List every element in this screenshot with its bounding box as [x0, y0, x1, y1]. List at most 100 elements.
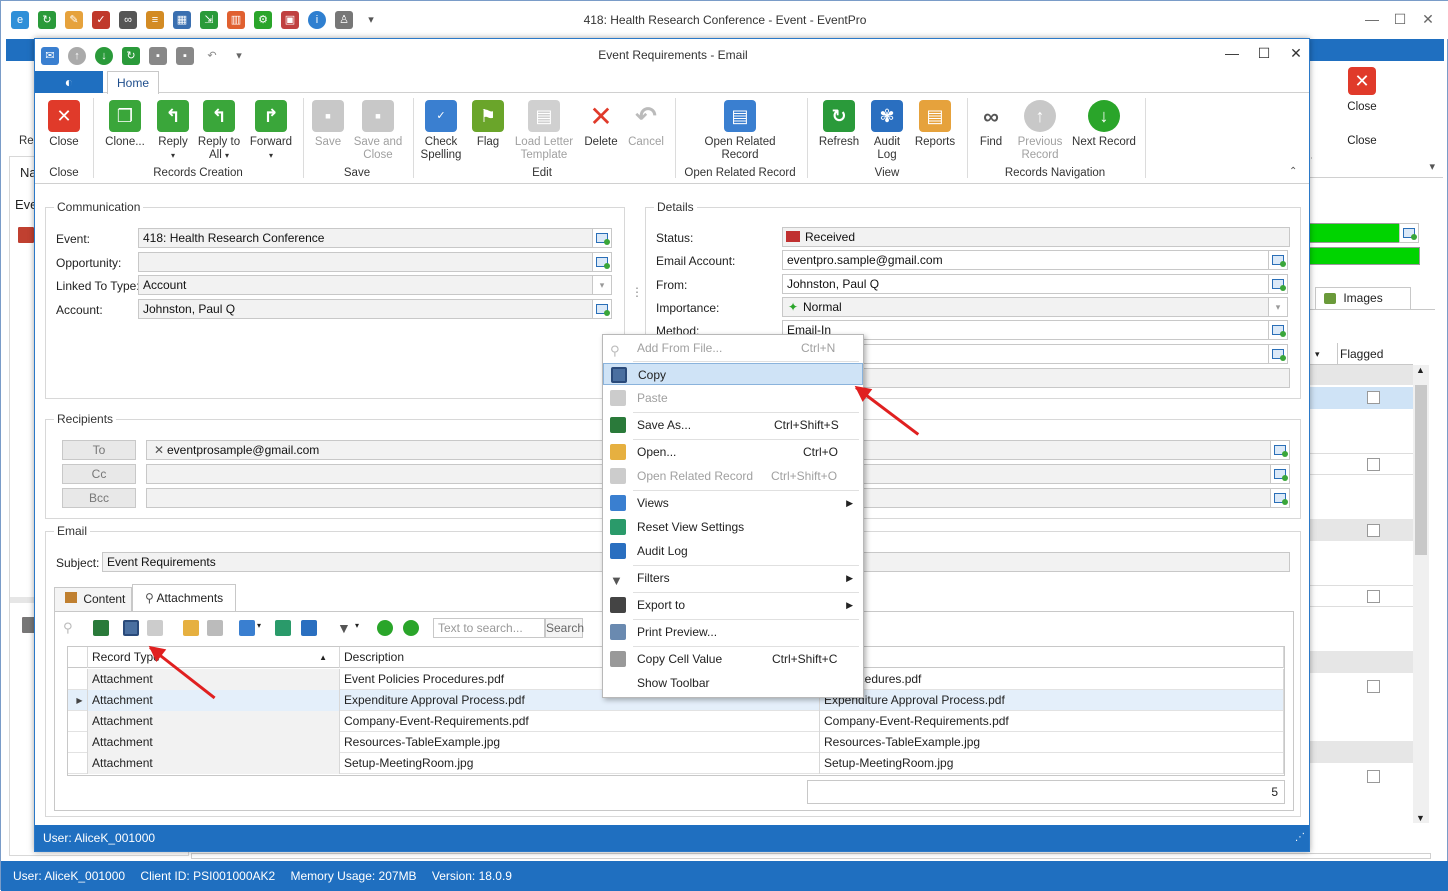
bcc-button[interactable]: Bcc	[62, 488, 136, 508]
audit-log-button[interactable]: ✾ Audit Log	[867, 100, 907, 162]
flag-checkbox[interactable]	[1367, 770, 1380, 783]
reply-button[interactable]: ↰ Reply ▾	[153, 100, 193, 162]
menu-copy-cell-value[interactable]: Copy Cell Value Ctrl+Shift+C	[603, 648, 863, 670]
account-lookup-button[interactable]	[592, 299, 612, 319]
importance-select[interactable]: ✦ Normal	[782, 297, 1270, 317]
detail-lookup-button[interactable]	[1268, 344, 1288, 364]
cc-button[interactable]: Cc	[62, 464, 136, 484]
previous-record-button[interactable]: ↑ Previous Record	[1015, 100, 1065, 162]
minimize-icon[interactable]: —	[1361, 11, 1383, 28]
save-close-button[interactable]: ▪ Save and Close	[353, 100, 403, 162]
collapse-ribbon-icon[interactable]: ⌃	[1289, 166, 1297, 177]
close-button[interactable]: ✕ Close	[43, 100, 85, 149]
cell-description[interactable]: Company-Event-Requirements.pdf	[340, 711, 820, 732]
tab-home[interactable]: Home	[107, 71, 159, 94]
menu-paste[interactable]: Paste	[603, 387, 863, 409]
open-related-icon[interactable]	[207, 620, 223, 636]
menu-export-to[interactable]: Export to ▶	[603, 594, 863, 616]
header-record-type[interactable]: Record Type ▲	[88, 647, 340, 668]
reports-button[interactable]: ▤ Reports	[911, 100, 959, 149]
linked-to-type-select[interactable]: Account	[138, 275, 594, 295]
cell-description-2[interactable]: Expenditure Approval Process.pdf	[820, 690, 1284, 711]
views-icon[interactable]	[239, 620, 255, 636]
dropdown-icon[interactable]: ▾	[1315, 343, 1320, 365]
opportunity-lookup-button[interactable]	[592, 252, 612, 272]
clone-button[interactable]: ❐ Clone...	[101, 100, 149, 149]
app-menu-button[interactable]: ◐	[35, 71, 103, 93]
reply-all-button[interactable]: ↰ Reply to All ▾	[197, 100, 241, 162]
method-lookup-button[interactable]	[1268, 320, 1288, 340]
cc-lookup-button[interactable]	[1270, 464, 1290, 484]
event-lookup-button[interactable]	[592, 228, 612, 248]
dropdown-icon[interactable]: ▾	[1429, 160, 1435, 173]
flag-checkbox[interactable]	[1367, 458, 1380, 471]
open-related-record-button[interactable]: ▤ Open Related Record	[695, 100, 785, 162]
move-down-icon[interactable]	[403, 620, 419, 636]
chevron-down-icon[interactable]: ▾	[1268, 297, 1288, 317]
cell-description-2[interactable]: es Procedures.pdf	[820, 669, 1284, 690]
outer-lookup-button[interactable]	[1399, 223, 1419, 243]
table-row[interactable]: Attachment Setup-MeetingRoom.jpg Setup-Mee…	[68, 753, 1284, 774]
maximize-icon[interactable]: ☐	[1253, 45, 1275, 62]
remove-recipient-icon[interactable]: ✕	[154, 441, 164, 459]
menu-copy[interactable]: Copy	[603, 363, 863, 385]
menu-open-related-record[interactable]: Open Related Record Ctrl+Shift+O	[603, 465, 863, 487]
search-button[interactable]: Search	[545, 618, 584, 638]
cell-description[interactable]: Setup-MeetingRoom.jpg	[340, 753, 820, 774]
flag-checkbox[interactable]	[1367, 391, 1380, 404]
scroll-down-icon[interactable]: ▼	[1416, 813, 1425, 823]
scroll-up-icon[interactable]: ▲	[1416, 365, 1425, 375]
cell-record-type[interactable]: Attachment	[88, 753, 340, 774]
cell-description-2[interactable]: Company-Event-Requirements.pdf	[820, 711, 1284, 732]
bcc-lookup-button[interactable]	[1270, 488, 1290, 508]
next-record-button[interactable]: ↓ Next Record	[1071, 100, 1137, 149]
to-lookup-button[interactable]	[1270, 440, 1290, 460]
event-field[interactable]: 418: Health Research Conference	[138, 228, 594, 248]
audit-log-icon[interactable]	[301, 620, 317, 636]
chevron-down-icon[interactable]: ▾	[257, 621, 261, 630]
add-file-paperclip-icon[interactable]: ⚲	[63, 620, 79, 636]
cell-record-type[interactable]: Attachment	[88, 711, 340, 732]
menu-add-from-file[interactable]: ⚲ Add From File... Ctrl+N	[603, 337, 863, 359]
menu-save-as[interactable]: Save As... Ctrl+Shift+S	[603, 414, 863, 436]
from-field[interactable]: Johnston, Paul Q	[782, 274, 1270, 294]
tab-content[interactable]: Content	[54, 587, 132, 611]
menu-show-toolbar[interactable]: Show Toolbar	[603, 672, 863, 694]
find-button[interactable]: ∞ Find	[973, 100, 1009, 149]
minimize-icon[interactable]: —	[1221, 45, 1243, 62]
flag-checkbox[interactable]	[1367, 590, 1380, 603]
outer-scrollbar[interactable]: ▲ ▼	[1413, 365, 1429, 823]
menu-audit-log[interactable]: Audit Log	[603, 540, 863, 562]
email-account-field[interactable]: eventpro.sample@gmail.com	[782, 250, 1270, 270]
delete-button[interactable]: ✕ Delete	[581, 100, 621, 149]
move-up-icon[interactable]	[377, 620, 393, 636]
cell-description-2[interactable]: Setup-MeetingRoom.jpg	[820, 753, 1284, 774]
paste-icon[interactable]	[147, 620, 163, 636]
status-field[interactable]: Received	[782, 227, 1290, 247]
flag-checkbox[interactable]	[1367, 680, 1380, 693]
menu-views[interactable]: Views ▶	[603, 492, 863, 514]
flagged-header[interactable]: Flagged	[1337, 343, 1383, 365]
cell-description-2[interactable]: Resources-TableExample.jpg	[820, 732, 1284, 753]
menu-filters[interactable]: ▼ Filters ▶	[603, 567, 863, 589]
refresh-button[interactable]: ↻ Refresh	[815, 100, 863, 149]
cell-record-type[interactable]: Attachment	[88, 669, 340, 690]
maximize-icon[interactable]: ☐	[1389, 11, 1411, 28]
chevron-down-icon[interactable]: ▾	[592, 275, 612, 295]
account-field[interactable]: Johnston, Paul Q	[138, 299, 594, 319]
from-lookup-button[interactable]	[1268, 274, 1288, 294]
forward-button[interactable]: ↱ Forward ▾	[247, 100, 295, 162]
filter-icon[interactable]: ▼	[337, 620, 353, 636]
close-icon[interactable]: ✕	[1285, 45, 1307, 62]
check-spelling-button[interactable]: ✓ Check Spelling	[419, 100, 463, 162]
scroll-thumb[interactable]	[1415, 385, 1427, 555]
flag-button[interactable]: ⚑ Flag	[469, 100, 507, 149]
chevron-down-icon[interactable]: ▾	[355, 621, 359, 630]
tab-images[interactable]: Images	[1315, 287, 1411, 309]
opportunity-field[interactable]	[138, 252, 594, 272]
load-letter-template-button[interactable]: ▤ Load Letter Template	[513, 100, 575, 162]
outer-close-button[interactable]: ✕	[1345, 67, 1379, 95]
open-folder-icon[interactable]	[183, 620, 199, 636]
email-account-lookup-button[interactable]	[1268, 250, 1288, 270]
flag-checkbox[interactable]	[1367, 524, 1380, 537]
